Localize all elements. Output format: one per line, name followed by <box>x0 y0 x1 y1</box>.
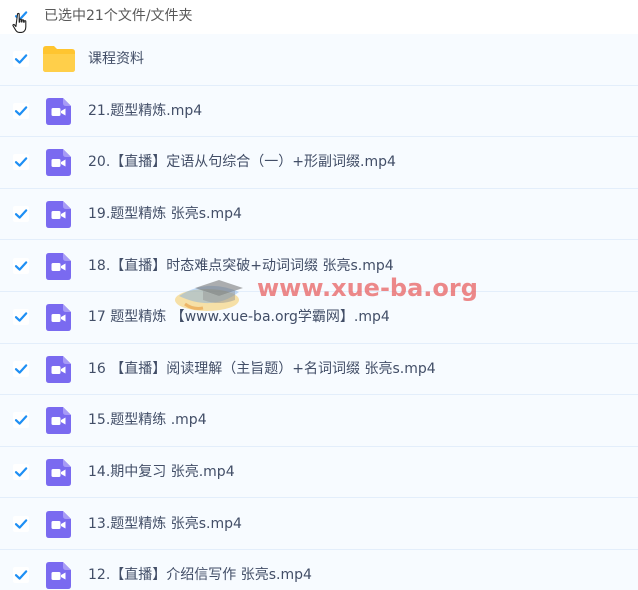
video-file-icon <box>46 97 71 125</box>
checkmark-icon <box>14 415 28 426</box>
video-file-icon <box>46 252 71 280</box>
file-row[interactable]: 18.【直播】时态难点突破+动词词缀 张亮s.mp4 <box>0 240 638 292</box>
row-checkbox[interactable] <box>13 206 29 223</box>
file-name[interactable]: 14.期中复习 张亮.mp4 <box>88 462 235 482</box>
checkmark-icon <box>14 518 28 529</box>
checkmark-icon <box>14 54 28 64</box>
folder-row[interactable]: 课程资料 <box>0 34 638 86</box>
file-name[interactable]: 18.【直播】时态难点突破+动词词缀 张亮s.mp4 <box>88 256 394 276</box>
video-file-icon <box>46 407 71 435</box>
file-name[interactable]: 16 【直播】阅读理解（主旨题）+名词词缀 张亮s.mp4 <box>88 359 436 379</box>
row-checkbox[interactable] <box>13 154 29 171</box>
checkmark-icon <box>14 364 28 374</box>
row-checkbox[interactable] <box>13 360 29 377</box>
file-row[interactable]: 17 题型精炼 【www.xue-ba.org学霸网】.mp4 <box>0 291 638 344</box>
file-row[interactable]: 14.期中复习 张亮.mp4 <box>0 446 638 499</box>
video-file-icon <box>46 510 71 538</box>
file-name[interactable]: 19.题型精炼 张亮s.mp4 <box>88 204 242 224</box>
file-name[interactable]: 课程资料 <box>88 49 144 69</box>
hand-cursor-icon <box>12 12 27 33</box>
file-row[interactable]: 12.【直播】介绍信写作 张亮s.mp4 <box>0 549 638 590</box>
row-checkbox[interactable] <box>13 309 29 326</box>
file-name[interactable]: 13.题型精炼 张亮s.mp4 <box>88 514 242 534</box>
row-checkbox[interactable] <box>13 464 29 481</box>
checkmark-icon <box>14 467 28 477</box>
checkmark-icon <box>14 157 28 168</box>
checkmark-icon <box>14 209 28 219</box>
folder-icon <box>43 46 75 73</box>
selection-header: 已选中21个文件/文件夹 <box>0 0 638 34</box>
video-file-icon <box>46 304 71 332</box>
video-file-icon <box>46 562 71 590</box>
video-file-icon <box>46 149 71 177</box>
checkmark-icon <box>14 106 28 116</box>
selection-count-text: 已选中21个文件/文件夹 <box>44 8 193 24</box>
file-name[interactable]: 15.题型精练 .mp4 <box>88 410 207 430</box>
file-name[interactable]: 12.【直播】介绍信写作 张亮s.mp4 <box>88 565 312 585</box>
video-file-icon <box>46 355 71 383</box>
row-checkbox[interactable] <box>13 515 29 532</box>
row-checkbox[interactable] <box>13 412 29 429</box>
file-row[interactable]: 16 【直播】阅读理解（主旨题）+名词词缀 张亮s.mp4 <box>0 343 638 396</box>
video-file-icon <box>46 459 71 487</box>
checkmark-icon <box>14 260 28 271</box>
file-row[interactable]: 19.题型精炼 张亮s.mp4 <box>0 188 638 241</box>
file-name[interactable]: 21.题型精炼.mp4 <box>88 101 202 121</box>
checkmark-icon <box>14 570 28 580</box>
row-checkbox[interactable] <box>13 567 29 584</box>
file-row[interactable]: 15.题型精练 .mp4 <box>0 395 638 447</box>
row-checkbox[interactable] <box>13 102 29 119</box>
file-name[interactable]: 20.【直播】定语从句综合（一）+形副词缀.mp4 <box>88 152 396 172</box>
file-list-page: 已选中21个文件/文件夹 课程资料 21.题型精炼.mp4 20.【直播】定语从句综… <box>0 0 638 590</box>
file-row[interactable]: 13.题型精炼 张亮s.mp4 <box>0 498 638 550</box>
checkmark-icon <box>14 312 28 322</box>
file-row[interactable]: 21.题型精炼.mp4 <box>0 85 638 138</box>
file-name[interactable]: 17 题型精炼 【www.xue-ba.org学霸网】.mp4 <box>88 307 390 327</box>
row-checkbox[interactable] <box>13 257 29 274</box>
row-checkbox[interactable] <box>13 51 29 68</box>
file-row[interactable]: 20.【直播】定语从句综合（一）+形副词缀.mp4 <box>0 137 638 189</box>
file-list: 课程资料 21.题型精炼.mp4 20.【直播】定语从句综合（一）+形副词缀.mp4… <box>0 34 638 590</box>
video-file-icon <box>46 201 71 229</box>
